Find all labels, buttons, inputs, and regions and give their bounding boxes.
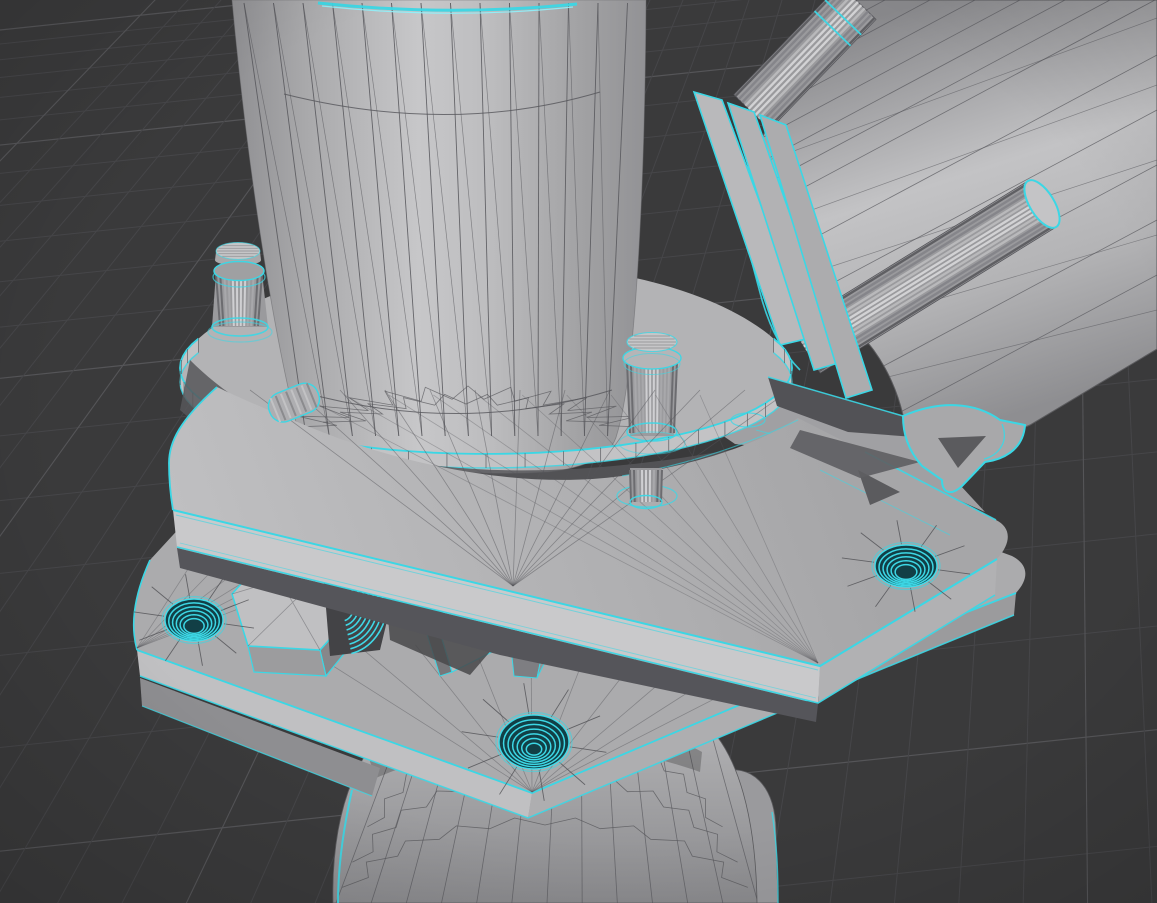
viewport-3d [0, 0, 1157, 903]
knurl-line [641, 361, 645, 434]
knurl-line [652, 469, 655, 503]
knurl-line [637, 469, 640, 503]
hex-boss-side-front[interactable] [247, 645, 327, 677]
knurl-line [660, 469, 663, 503]
knurl-line [659, 361, 663, 434]
bolt-collar[interactable] [213, 260, 265, 282]
knurl-line [629, 469, 632, 503]
knurl-line [645, 361, 648, 434]
